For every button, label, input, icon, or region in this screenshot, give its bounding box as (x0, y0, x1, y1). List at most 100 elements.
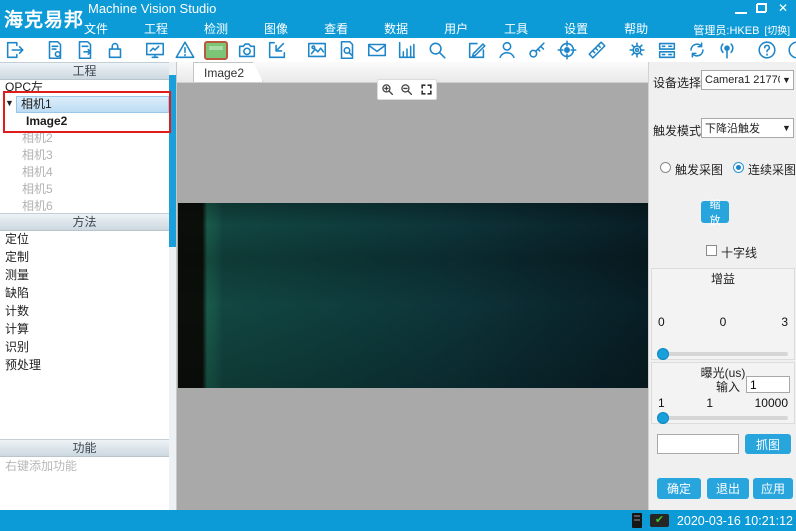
tree-expand-arrow-icon[interactable]: ▼ (5, 98, 17, 108)
camera-active-icon[interactable] (204, 39, 228, 61)
camera-settings-panel: 设备选择 Camera1 21770( ▼ 触发模式 下降沿触发 ▼ 触发采图 … (648, 62, 796, 510)
tree-scrollbar-thumb[interactable] (169, 75, 176, 247)
trigger-mode-dropdown[interactable]: 下降沿触发 ▼ (701, 118, 794, 138)
restore-icon[interactable] (756, 3, 767, 13)
viewer-canvas[interactable] (177, 83, 648, 510)
menu-bar: 文件 工程 检测 图像 查看 数据 用户 工具 设置 帮助 (84, 20, 648, 37)
gain-value: 0 (720, 315, 727, 329)
target-icon[interactable] (556, 39, 578, 61)
menu-item-9[interactable]: 帮助 (624, 20, 648, 37)
tree-item-image2[interactable]: Image2 (0, 113, 169, 130)
help-icon[interactable] (756, 39, 778, 61)
continuous-capture-radio[interactable] (733, 162, 744, 173)
method-item-3[interactable]: 缺陷 (0, 284, 169, 302)
search-icon[interactable] (426, 39, 448, 61)
chart-icon[interactable] (396, 39, 418, 61)
tree-item-camera-5[interactable]: 相机5 (0, 181, 169, 198)
menu-item-4[interactable]: 查看 (324, 20, 348, 37)
document-settings-icon[interactable] (44, 39, 66, 61)
switch-user-link[interactable]: [切换] (764, 22, 790, 38)
exposure-group: 曝光(us) 输入 1 1 10000 (651, 362, 795, 424)
capture-filename-input[interactable] (657, 434, 739, 454)
exposure-slider[interactable] (658, 416, 788, 420)
admin-user-label: 管理员:HKEB (693, 22, 759, 38)
tree-item-camera-3[interactable]: 相机3 (0, 147, 169, 164)
capture-button[interactable]: 抓图 (745, 434, 791, 454)
export-icon[interactable] (4, 39, 26, 61)
viewer-zoom-toolbar (377, 79, 437, 100)
tree-item-camera1-selected[interactable]: 相机1 (16, 96, 169, 113)
menu-item-7[interactable]: 工具 (504, 20, 528, 37)
mail-icon[interactable] (366, 39, 388, 61)
method-item-5[interactable]: 计算 (0, 320, 169, 338)
gain-slider-thumb[interactable] (657, 348, 669, 360)
exposure-min: 1 (658, 396, 665, 410)
menu-item-2[interactable]: 检测 (204, 20, 228, 37)
gain-max: 3 (781, 315, 788, 329)
info-icon[interactable] (786, 39, 796, 61)
menu-item-0[interactable]: 文件 (84, 20, 108, 37)
method-item-1[interactable]: 定制 (0, 248, 169, 266)
exposure-slider-thumb[interactable] (657, 412, 669, 424)
exposure-max: 10000 (755, 396, 788, 410)
key-icon[interactable] (526, 39, 548, 61)
gain-title: 增益 (652, 270, 794, 287)
tab-image2[interactable]: Image2 (193, 62, 263, 82)
menu-item-8[interactable]: 设置 (564, 20, 588, 37)
device-connected-icon: ✔ (650, 514, 669, 527)
method-item-7[interactable]: 预处理 (0, 356, 169, 374)
device-select-value: Camera1 21770( (702, 74, 780, 86)
apply-button[interactable]: 应用 (753, 478, 793, 499)
tree-item-camera-4[interactable]: 相机4 (0, 164, 169, 181)
document-search-icon[interactable] (336, 39, 358, 61)
fit-view-icon[interactable] (419, 82, 434, 97)
continuous-capture-radio-label[interactable]: 连续采图 (748, 161, 796, 178)
zoom-in-icon[interactable] (380, 82, 395, 97)
monitor-icon[interactable] (144, 39, 166, 61)
exposure-input[interactable] (746, 376, 790, 393)
minimize-icon[interactable] (735, 3, 747, 14)
exit-button[interactable]: 退出 (707, 478, 749, 499)
trigger-capture-radio[interactable] (660, 162, 671, 173)
zoom-button[interactable]: 缩放 (701, 201, 729, 223)
sync-icon[interactable] (686, 39, 708, 61)
warning-icon[interactable] (174, 39, 196, 61)
server-icon[interactable] (656, 39, 678, 61)
zoom-out-icon[interactable] (399, 82, 414, 97)
dropdown-arrow-icon: ▼ (780, 75, 793, 85)
ok-button[interactable]: 确定 (657, 478, 701, 499)
tree-item-camera-2[interactable]: 相机2 (0, 130, 169, 147)
ruler-icon[interactable] (586, 39, 608, 61)
lock-icon[interactable] (104, 39, 126, 61)
camera-icon[interactable] (236, 39, 258, 61)
method-item-4[interactable]: 计数 (0, 302, 169, 320)
gain-slider[interactable] (658, 352, 788, 356)
device-select-dropdown[interactable]: Camera1 21770( ▼ (701, 70, 794, 90)
trigger-capture-radio-label[interactable]: 触发采图 (675, 161, 723, 178)
device-select-label: 设备选择 (653, 74, 701, 91)
status-datetime: 2020-03-16 10:21:12 (677, 514, 793, 528)
crosshair-label[interactable]: 十字线 (721, 244, 757, 261)
menu-item-1[interactable]: 工程 (144, 20, 168, 37)
import-icon[interactable] (266, 39, 288, 61)
crosshair-checkbox[interactable] (706, 245, 717, 256)
title-bar: 海克易邦 Machine Vision Studio ✕ 文件工程检测图像查看数… (0, 0, 796, 38)
trigger-mode-value: 下降沿触发 (702, 120, 780, 136)
method-item-6[interactable]: 识别 (0, 338, 169, 356)
gear-icon[interactable] (626, 39, 648, 61)
method-item-0[interactable]: 定位 (0, 230, 169, 248)
tree-item-opc[interactable]: OPC左 (0, 79, 169, 96)
user-icon[interactable] (496, 39, 518, 61)
menu-item-6[interactable]: 用户 (444, 20, 468, 37)
image-icon[interactable] (306, 39, 328, 61)
antenna-icon[interactable] (716, 39, 738, 61)
tree-scrollbar-track[interactable] (169, 62, 176, 510)
machine-vision-studio-window: 海克易邦 Machine Vision Studio ✕ 文件工程检测图像查看数… (0, 0, 796, 531)
method-item-2[interactable]: 测量 (0, 266, 169, 284)
exposure-input-label: 输入 (716, 378, 740, 395)
menu-item-3[interactable]: 图像 (264, 20, 288, 37)
edit-icon[interactable] (466, 39, 488, 61)
document-export-icon[interactable] (74, 39, 96, 61)
menu-item-5[interactable]: 数据 (384, 20, 408, 37)
close-icon[interactable]: ✕ (776, 2, 790, 14)
